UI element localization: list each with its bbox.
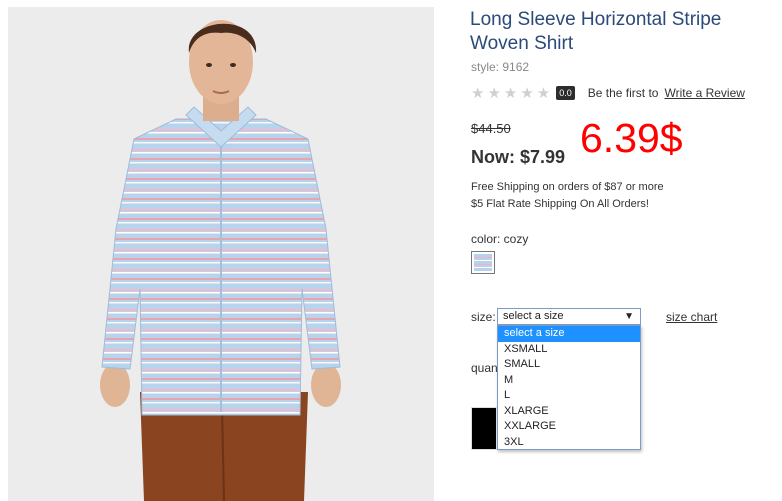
dropdown-caret-icon: ▼ — [624, 311, 634, 322]
size-option[interactable]: select a size — [498, 326, 640, 342]
stripe-swatch-icon — [474, 254, 492, 271]
sale-price: Now: $7.99 — [471, 147, 566, 167]
size-label: size: — [471, 310, 496, 324]
rating-score-badge: 0.0 — [556, 86, 575, 100]
shirt-model-illustration — [100, 20, 341, 501]
size-option[interactable]: 3XL — [498, 435, 640, 451]
add-to-bag-button[interactable] — [471, 407, 497, 450]
size-dropdown-list[interactable]: select a size XSMALL SMALL M L XLARGE XX… — [497, 325, 641, 450]
star-rating-icon: ★★★★★ — [471, 84, 554, 102]
size-select-value: select a size — [503, 310, 564, 322]
size-option[interactable]: XSMALL — [498, 342, 640, 358]
original-price: $44.50 — [471, 121, 511, 136]
product-image[interactable] — [8, 7, 434, 501]
color-label: color: cozy — [471, 232, 529, 246]
shipping-note-flat: $5 Flat Rate Shipping On All Orders! — [471, 198, 649, 210]
rating-prompt: Be the first to — [587, 86, 659, 100]
size-option[interactable]: SMALL — [498, 357, 640, 373]
size-option[interactable]: XXLARGE — [498, 419, 640, 435]
size-option[interactable]: L — [498, 388, 640, 404]
price-annotation: 6.39$ — [580, 115, 683, 161]
size-select[interactable]: select a size ▼ — [497, 308, 641, 325]
write-review-link[interactable]: Write a Review — [664, 86, 744, 100]
shipping-note-free: Free Shipping on orders of $87 or more — [471, 181, 664, 193]
rating-row: ★★★★★ 0.0 Be the first to Write a Review — [471, 84, 745, 102]
style-number: style: 9162 — [471, 60, 530, 74]
size-option[interactable]: XLARGE — [498, 404, 640, 420]
size-option[interactable]: M — [498, 373, 640, 389]
product-title: Long Sleeve Horizontal Stripe Woven Shir… — [470, 9, 722, 54]
size-chart-link[interactable]: size chart — [666, 310, 717, 324]
quantity-label: quan — [471, 361, 497, 375]
color-swatch[interactable] — [471, 251, 495, 274]
